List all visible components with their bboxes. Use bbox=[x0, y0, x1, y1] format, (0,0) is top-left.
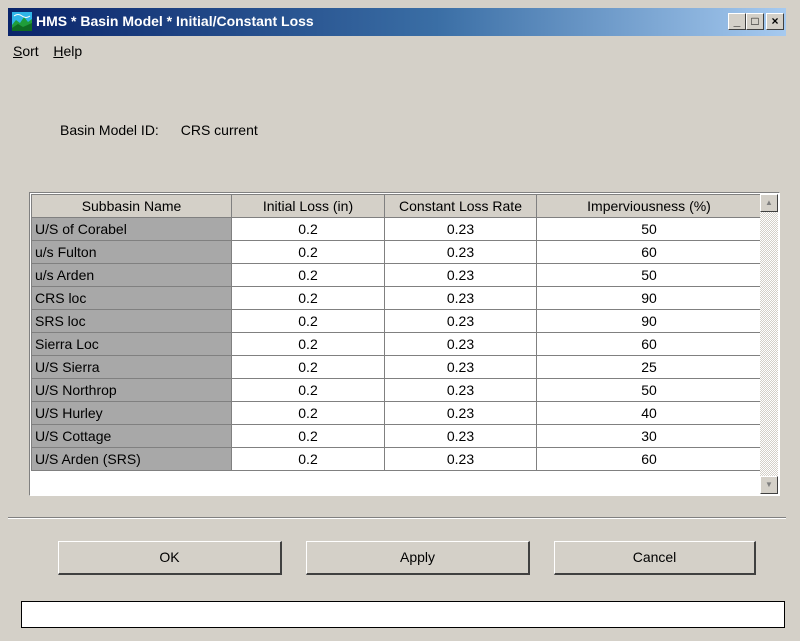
subbasin-name-cell[interactable]: U/S Northrop bbox=[31, 378, 232, 402]
window-title: HMS * Basin Model * Initial/Constant Los… bbox=[36, 13, 314, 29]
hms-app-icon bbox=[12, 12, 32, 31]
scroll-down-button[interactable]: ▼ bbox=[760, 476, 778, 494]
table-row[interactable]: U/S Northrop 0.2 0.23 50 bbox=[31, 378, 762, 402]
basin-model-id-row: Basin Model ID: CRS current bbox=[60, 122, 258, 138]
constant-loss-rate-cell[interactable]: 0.23 bbox=[384, 286, 537, 310]
cancel-button[interactable]: Cancel bbox=[554, 541, 756, 575]
subbasin-name-cell[interactable]: u/s Fulton bbox=[31, 240, 232, 264]
table-body: U/S of Corabel 0.2 0.23 50 u/s Fulton 0.2 0.23… bbox=[31, 217, 762, 471]
subbasin-name-cell[interactable]: SRS loc bbox=[31, 309, 232, 333]
table-row[interactable]: U/S Cottage 0.2 0.23 30 bbox=[31, 424, 762, 448]
initial-loss-cell[interactable]: 0.2 bbox=[231, 332, 385, 356]
maximize-icon: □ bbox=[751, 14, 759, 28]
basin-model-id-value: CRS current bbox=[180, 122, 258, 138]
subbasin-name-cell[interactable]: u/s Arden bbox=[31, 263, 232, 287]
table-row[interactable]: U/S Arden (SRS) 0.2 0.23 60 bbox=[31, 447, 762, 471]
initial-loss-cell[interactable]: 0.2 bbox=[231, 240, 385, 264]
imperviousness-cell[interactable]: 90 bbox=[536, 309, 762, 333]
imperviousness-cell[interactable]: 30 bbox=[536, 424, 762, 448]
subbasin-name-cell[interactable]: CRS loc bbox=[31, 286, 232, 310]
table-row[interactable]: u/s Arden 0.2 0.23 50 bbox=[31, 263, 762, 287]
initial-loss-cell[interactable]: 0.2 bbox=[231, 355, 385, 379]
constant-loss-rate-cell[interactable]: 0.23 bbox=[384, 378, 537, 402]
vertical-scrollbar[interactable]: ▲ ▼ bbox=[760, 194, 778, 494]
subbasin-name-cell[interactable]: U/S Cottage bbox=[31, 424, 232, 448]
imperviousness-cell[interactable]: 60 bbox=[536, 240, 762, 264]
constant-loss-rate-cell[interactable]: 0.23 bbox=[384, 240, 537, 264]
arrow-up-icon: ▲ bbox=[765, 198, 773, 207]
constant-loss-rate-cell[interactable]: 0.23 bbox=[384, 263, 537, 287]
imperviousness-cell[interactable]: 25 bbox=[536, 355, 762, 379]
subbasin-name-cell[interactable]: U/S Arden (SRS) bbox=[31, 447, 232, 471]
imperviousness-cell[interactable]: 50 bbox=[536, 263, 762, 287]
initial-loss-cell[interactable]: 0.2 bbox=[231, 309, 385, 333]
arrow-down-icon: ▼ bbox=[765, 480, 773, 489]
table-row[interactable]: u/s Fulton 0.2 0.23 60 bbox=[31, 240, 762, 264]
maximize-button[interactable]: □ bbox=[746, 13, 764, 30]
column-header-initial-loss[interactable]: Initial Loss (in) bbox=[231, 194, 385, 218]
constant-loss-rate-cell[interactable]: 0.23 bbox=[384, 447, 537, 471]
scroll-up-button[interactable]: ▲ bbox=[760, 194, 778, 212]
minimize-button[interactable]: _ bbox=[728, 13, 746, 30]
imperviousness-cell[interactable]: 90 bbox=[536, 286, 762, 310]
table-row[interactable]: U/S of Corabel 0.2 0.23 50 bbox=[31, 217, 762, 241]
close-button[interactable]: × bbox=[766, 13, 784, 30]
status-bar bbox=[21, 601, 785, 628]
table-row[interactable]: Sierra Loc 0.2 0.23 60 bbox=[31, 332, 762, 356]
column-header-imperviousness[interactable]: Imperviousness (%) bbox=[536, 194, 762, 218]
constant-loss-rate-cell[interactable]: 0.23 bbox=[384, 332, 537, 356]
loss-parameters-grid: Subbasin Name Initial Loss (in) Constant… bbox=[29, 192, 780, 496]
close-icon: × bbox=[771, 14, 779, 28]
table-row[interactable]: SRS loc 0.2 0.23 90 bbox=[31, 309, 762, 333]
initial-loss-cell[interactable]: 0.2 bbox=[231, 286, 385, 310]
separator-line bbox=[8, 517, 786, 519]
menu-bar: Sort Help bbox=[8, 42, 88, 64]
initial-loss-cell[interactable]: 0.2 bbox=[231, 378, 385, 402]
imperviousness-cell[interactable]: 60 bbox=[536, 447, 762, 471]
table-row[interactable]: CRS loc 0.2 0.23 90 bbox=[31, 286, 762, 310]
subbasin-name-cell[interactable]: U/S Sierra bbox=[31, 355, 232, 379]
column-header-constant-loss-rate[interactable]: Constant Loss Rate bbox=[384, 194, 537, 218]
basin-model-id-label: Basin Model ID: bbox=[60, 122, 159, 138]
ok-button[interactable]: OK bbox=[58, 541, 282, 575]
constant-loss-rate-cell[interactable]: 0.23 bbox=[384, 309, 537, 333]
column-header-subbasin-name[interactable]: Subbasin Name bbox=[31, 194, 232, 218]
table-row[interactable]: U/S Hurley 0.2 0.23 40 bbox=[31, 401, 762, 425]
subbasin-name-cell[interactable]: Sierra Loc bbox=[31, 332, 232, 356]
dialog-window: HMS * Basin Model * Initial/Constant Los… bbox=[0, 0, 800, 641]
subbasin-name-cell[interactable]: U/S of Corabel bbox=[31, 217, 232, 241]
menu-help[interactable]: Help bbox=[48, 42, 88, 59]
apply-button[interactable]: Apply bbox=[306, 541, 530, 575]
constant-loss-rate-cell[interactable]: 0.23 bbox=[384, 355, 537, 379]
imperviousness-cell[interactable]: 50 bbox=[536, 217, 762, 241]
constant-loss-rate-cell[interactable]: 0.23 bbox=[384, 424, 537, 448]
loss-table: Subbasin Name Initial Loss (in) Constant… bbox=[31, 194, 762, 471]
subbasin-name-cell[interactable]: U/S Hurley bbox=[31, 401, 232, 425]
initial-loss-cell[interactable]: 0.2 bbox=[231, 263, 385, 287]
initial-loss-cell[interactable]: 0.2 bbox=[231, 447, 385, 471]
initial-loss-cell[interactable]: 0.2 bbox=[231, 424, 385, 448]
menu-sort[interactable]: Sort bbox=[8, 42, 45, 59]
imperviousness-cell[interactable]: 60 bbox=[536, 332, 762, 356]
minimize-icon: _ bbox=[733, 14, 741, 28]
constant-loss-rate-cell[interactable]: 0.23 bbox=[384, 401, 537, 425]
imperviousness-cell[interactable]: 50 bbox=[536, 378, 762, 402]
initial-loss-cell[interactable]: 0.2 bbox=[231, 401, 385, 425]
initial-loss-cell[interactable]: 0.2 bbox=[231, 217, 385, 241]
title-bar[interactable]: HMS * Basin Model * Initial/Constant Los… bbox=[8, 8, 786, 36]
imperviousness-cell[interactable]: 40 bbox=[536, 401, 762, 425]
constant-loss-rate-cell[interactable]: 0.23 bbox=[384, 217, 537, 241]
table-row[interactable]: U/S Sierra 0.2 0.23 25 bbox=[31, 355, 762, 379]
table-header-row: Subbasin Name Initial Loss (in) Constant… bbox=[31, 194, 762, 218]
